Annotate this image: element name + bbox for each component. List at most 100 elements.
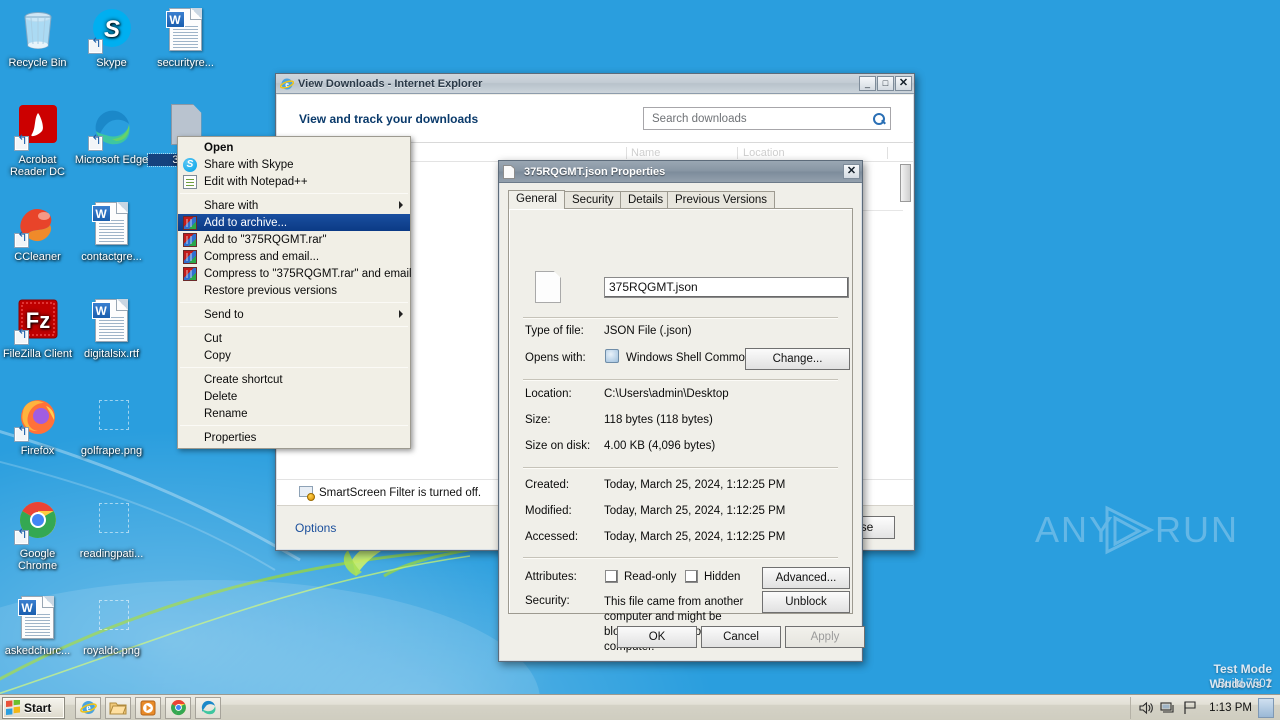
tab-details[interactable]: Details	[620, 191, 672, 209]
context-menu-item-share-with[interactable]: Share with	[178, 197, 410, 214]
context-menu-label: Edit with Notepad++	[204, 175, 308, 188]
context-menu-item-add-to-rar[interactable]: Add to "375RQGMT.rar"	[178, 231, 410, 248]
desktop-icon-royaldc-png[interactable]: royaldc.png	[74, 594, 149, 657]
network-icon[interactable]	[1159, 699, 1177, 717]
desktop-icon-microsoft-edge[interactable]: Microsoft Edge	[74, 103, 149, 166]
desktop-icon-digitalsix-rtf[interactable]: W digitalsix.rtf	[74, 297, 149, 360]
desktop-icon-securityre[interactable]: W securityre...	[148, 6, 223, 69]
accessed-label: Accessed:	[525, 531, 579, 543]
tab-general[interactable]: General	[508, 190, 565, 209]
desktop-icon-acrobat-reader-dc[interactable]: Acrobat Reader DC	[0, 103, 75, 178]
desktop-icon-askedchurc[interactable]: W askedchurc...	[0, 594, 75, 657]
desktop-icon-google-chrome[interactable]: Google Chrome	[0, 497, 75, 572]
hidden-label[interactable]: Hidden	[704, 571, 740, 583]
column-header-location[interactable]: Location	[743, 147, 785, 159]
desktop-icon-golfrape-png[interactable]: golfrape.png	[74, 394, 149, 457]
properties-close-button[interactable]: ✕	[843, 164, 860, 179]
desktop-icon-firefox[interactable]: Firefox	[0, 394, 75, 457]
context-menu-item-cut[interactable]: Cut	[178, 330, 410, 347]
advanced-button[interactable]: Advanced...	[762, 567, 850, 589]
context-menu-item-rename[interactable]: Rename	[178, 405, 410, 422]
unblock-button[interactable]: Unblock	[762, 591, 850, 613]
firefox-icon	[13, 394, 62, 442]
close-button[interactable]: ✕	[895, 76, 912, 91]
divider	[523, 557, 838, 559]
change-button[interactable]: Change...	[745, 348, 850, 370]
context-menu-item-compress-to-rar-and-email[interactable]: Compress to "375RQGMT.rar" and email	[178, 265, 412, 282]
test-mode-line: Test Mode	[1213, 662, 1272, 676]
divider	[523, 317, 838, 319]
desktop-icon-readingpati[interactable]: readingpati...	[74, 497, 149, 560]
taskbar-media-player-icon[interactable]	[135, 696, 161, 719]
file-properties-dialog[interactable]: 375RQGMT.json Properties ✕ General Secur…	[498, 160, 865, 662]
context-menu-item-create-shortcut[interactable]: Create shortcut	[178, 371, 410, 388]
context-menu-item-restore-previous-versions[interactable]: Restore previous versions	[178, 282, 410, 299]
desktop-icon-label: securityre...	[157, 57, 214, 69]
context-menu-item-add-to-archive[interactable]: Add to archive...	[178, 214, 410, 231]
taskbar-windows-explorer-icon[interactable]	[105, 696, 131, 719]
microsoft-edge-icon	[87, 103, 136, 151]
cancel-button[interactable]: Cancel	[701, 626, 781, 648]
word-document-icon: W	[14, 594, 62, 642]
ok-button[interactable]: OK	[617, 626, 697, 648]
minimize-button[interactable]: _	[859, 76, 876, 91]
flag-action-center-icon[interactable]	[1181, 699, 1199, 717]
tab-security[interactable]: Security	[564, 191, 622, 209]
context-menu-item-share-with-skype[interactable]: S Share with Skype	[178, 156, 410, 173]
context-menu-label: Send to	[204, 308, 244, 321]
filename-field[interactable]: 375RQGMT.json	[604, 277, 849, 298]
desktop-background[interactable]: Recycle Bin S Skype W securityre...	[0, 0, 1280, 720]
context-menu-item-properties[interactable]: Properties	[178, 429, 410, 446]
file-context-menu[interactable]: Open S Share with Skype Edit with Notepa…	[177, 136, 412, 449]
readonly-checkbox[interactable]	[605, 570, 618, 583]
downloads-scrollbar[interactable]	[900, 164, 911, 314]
column-header-name[interactable]: Name	[631, 147, 660, 159]
readonly-label[interactable]: Read-only	[624, 571, 676, 583]
properties-titlebar[interactable]: 375RQGMT.json Properties ✕	[499, 161, 862, 183]
location-value: C:\Users\admin\Desktop	[604, 388, 729, 400]
winrar-icon	[183, 267, 197, 281]
desktop-icon-recycle-bin[interactable]: Recycle Bin	[0, 6, 75, 69]
taskbar-google-chrome-icon[interactable]	[165, 696, 191, 719]
svg-text:e: e	[285, 80, 289, 89]
desktop-icon-contactgre[interactable]: W contactgre...	[74, 200, 149, 263]
system-tray[interactable]: 1:13 PM	[1130, 696, 1278, 719]
context-menu-item-open[interactable]: Open	[178, 139, 410, 156]
context-menu-item-send-to[interactable]: Send to	[178, 306, 410, 323]
maximize-button[interactable]: □	[877, 76, 894, 91]
taskbar[interactable]: Start e 1:13 PM	[0, 694, 1280, 720]
context-menu-item-compress-and-email[interactable]: Compress and email...	[178, 248, 410, 265]
taskbar-microsoft-edge-icon[interactable]	[195, 696, 221, 719]
winrar-icon	[183, 216, 197, 230]
svg-text:ANY: ANY	[1035, 509, 1115, 550]
png-file-icon	[88, 594, 136, 642]
desktop-icon-filezilla-client[interactable]: Fz FileZilla Client	[0, 297, 75, 360]
show-desktop-button[interactable]	[1258, 697, 1274, 718]
apply-button[interactable]: Apply	[785, 626, 865, 648]
properties-tabstrip[interactable]: General Security Details Previous Versio…	[508, 190, 853, 209]
tab-previous-versions[interactable]: Previous Versions	[667, 191, 776, 209]
taskbar-clock[interactable]: 1:13 PM	[1209, 702, 1252, 714]
search-icon[interactable]	[872, 112, 886, 126]
word-document-icon: W	[162, 6, 210, 54]
search-input[interactable]	[650, 111, 872, 126]
start-button[interactable]: Start	[2, 696, 65, 719]
search-downloads-box[interactable]	[643, 107, 891, 130]
shortcut-overlay-icon	[13, 233, 29, 248]
options-link[interactable]: Options	[295, 521, 336, 535]
desktop-icon-skype[interactable]: S Skype	[74, 6, 149, 69]
context-menu-label: Compress to "375RQGMT.rar" and email	[204, 267, 412, 280]
taskbar-internet-explorer-icon[interactable]: e	[75, 696, 101, 719]
context-menu-item-delete[interactable]: Delete	[178, 388, 410, 405]
opens-with-value: Windows Shell Commor	[626, 352, 746, 364]
volume-icon[interactable]	[1137, 699, 1155, 717]
hidden-checkbox[interactable]	[685, 570, 698, 583]
context-menu-item-edit-with-notepadpp[interactable]: Edit with Notepad++	[178, 173, 410, 190]
desktop-icon-ccleaner[interactable]: CCleaner	[0, 200, 75, 263]
ie-window-titlebar[interactable]: e View Downloads - Internet Explorer _ □…	[276, 74, 914, 94]
scrollbar-thumb[interactable]	[900, 164, 911, 202]
context-menu-label: Restore previous versions	[204, 284, 337, 297]
shell-dll-icon	[605, 349, 619, 363]
winrar-icon	[183, 233, 197, 247]
context-menu-item-copy[interactable]: Copy	[178, 347, 410, 364]
